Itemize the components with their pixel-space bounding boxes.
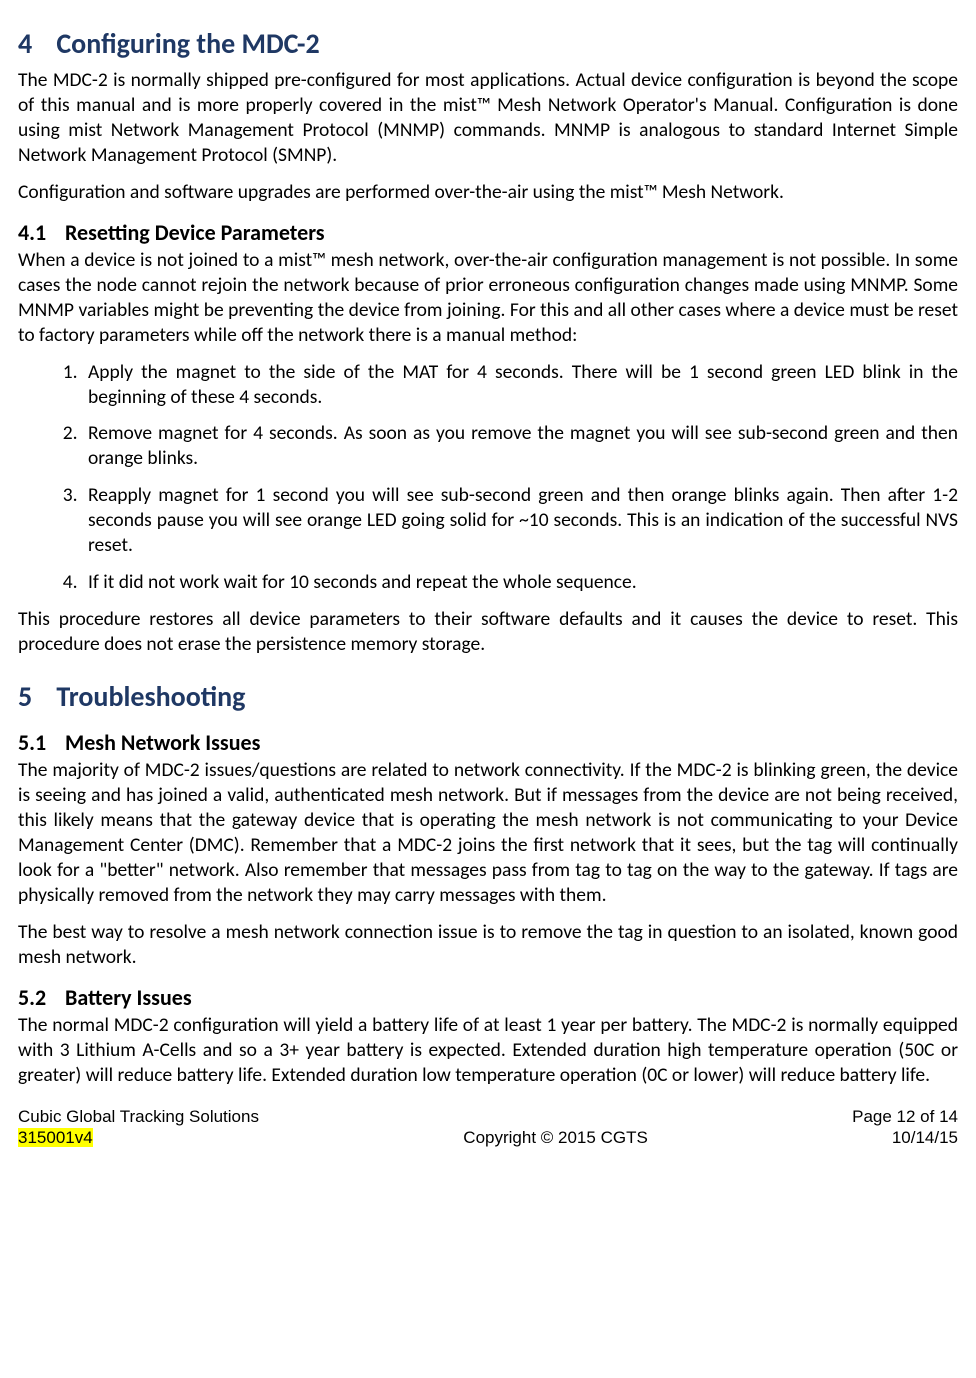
section-number: 5 <box>18 679 50 715</box>
paragraph: The majority of MDC-2 issues/questions a… <box>18 758 958 908</box>
section-number: 4.1 <box>18 219 60 247</box>
section-title: Battery Issues <box>65 984 192 1011</box>
list-item: If it did not work wait for 10 seconds a… <box>82 570 958 595</box>
footer-docid: 315001v4 <box>18 1127 259 1149</box>
ordered-list: Apply the magnet to the side of the MAT … <box>18 360 958 596</box>
heading-section-5: 5 Troubleshooting <box>18 679 958 715</box>
list-item: Apply the magnet to the side of the MAT … <box>82 360 958 410</box>
footer-company: Cubic Global Tracking Solutions <box>18 1106 259 1128</box>
paragraph: Configuration and software upgrades are … <box>18 180 958 205</box>
section-title: Troubleshooting <box>56 679 245 714</box>
section-number: 5.1 <box>18 729 60 757</box>
paragraph: The MDC-2 is normally shipped pre-config… <box>18 68 958 168</box>
paragraph: When a device is not joined to a mist™ m… <box>18 248 958 348</box>
footer-right: Page 12 of 14 10/14/15 <box>852 1106 958 1150</box>
section-number: 4 <box>18 26 50 62</box>
section-title: Configuring the MDC-2 <box>56 26 319 61</box>
heading-section-5-1: 5.1 Mesh Network Issues <box>18 729 958 757</box>
paragraph: The best way to resolve a mesh network c… <box>18 920 958 970</box>
section-title: Resetting Device Parameters <box>65 219 325 246</box>
paragraph: The normal MDC-2 configuration will yiel… <box>18 1013 958 1088</box>
heading-section-4: 4 Configuring the MDC-2 <box>18 26 958 62</box>
footer-center: Copyright © 2015 CGTS <box>259 1106 852 1150</box>
heading-section-4-1: 4.1 Resetting Device Parameters <box>18 219 958 247</box>
footer-pageinfo: Page 12 of 14 <box>852 1106 958 1128</box>
section-title: Mesh Network Issues <box>65 729 260 756</box>
footer-copyright: Copyright © 2015 CGTS <box>259 1127 852 1149</box>
list-item: Reapply magnet for 1 second you will see… <box>82 483 958 558</box>
heading-section-5-2: 5.2 Battery Issues <box>18 984 958 1012</box>
footer-date: 10/14/15 <box>852 1127 958 1149</box>
page-footer: Cubic Global Tracking Solutions 315001v4… <box>18 1106 958 1150</box>
paragraph: This procedure restores all device param… <box>18 607 958 657</box>
section-number: 5.2 <box>18 984 60 1012</box>
footer-left: Cubic Global Tracking Solutions 315001v4 <box>18 1106 259 1150</box>
list-item: Remove magnet for 4 seconds. As soon as … <box>82 421 958 471</box>
